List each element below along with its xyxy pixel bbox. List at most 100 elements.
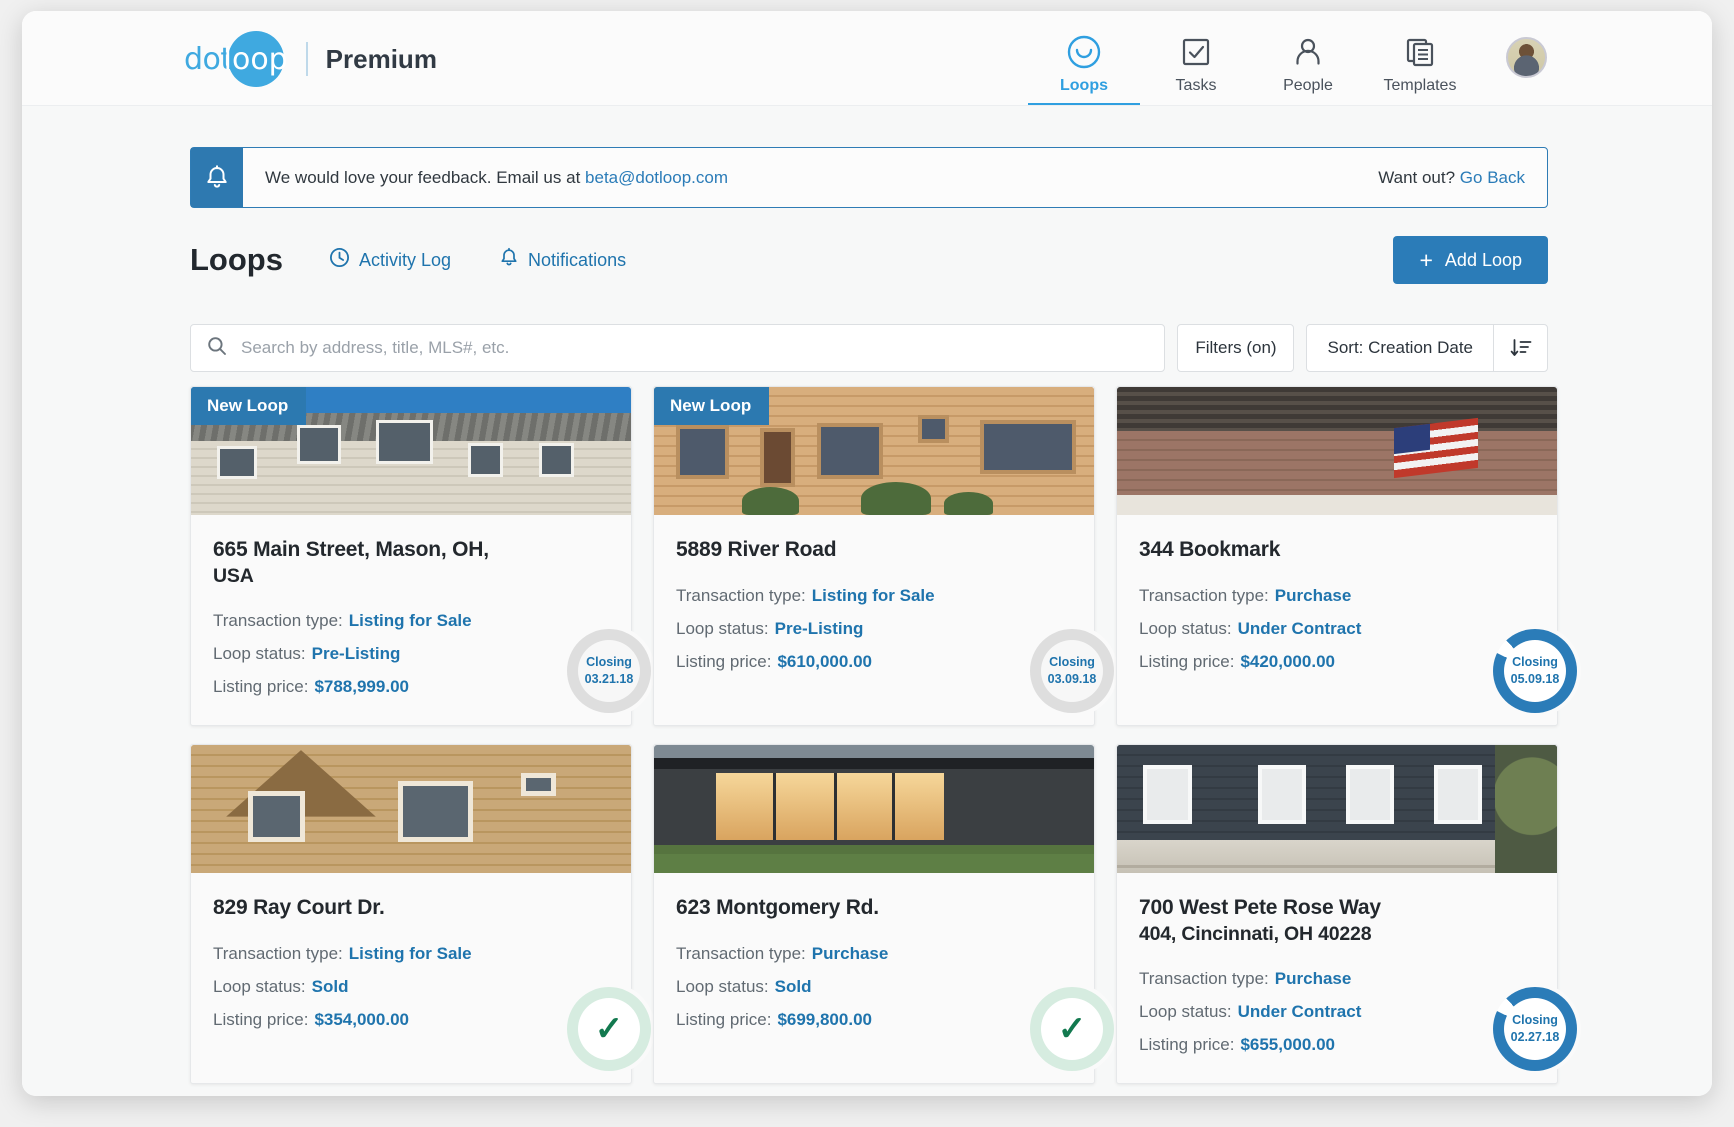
card-address: 665 Main Street, Mason, OH, USA	[213, 537, 609, 589]
property-photo	[1117, 387, 1557, 515]
transaction-type-row: Transaction type: Purchase	[676, 944, 1072, 964]
sold-ring-green: ✓	[567, 987, 651, 1071]
nav-item-tasks[interactable]: Tasks	[1140, 33, 1252, 103]
nav-item-templates[interactable]: Templates	[1364, 33, 1476, 103]
loop-status-label: Loop status:	[213, 644, 306, 663]
plus-icon: +	[1419, 249, 1432, 272]
address-line-1: 665 Main Street, Mason, OH,	[213, 537, 609, 564]
transaction-type-label: Transaction type:	[676, 944, 806, 963]
brand-logo[interactable]: dot loop Premium	[184, 36, 437, 82]
brand-tier-label: Premium	[326, 44, 437, 75]
transaction-type-value: Purchase	[812, 944, 889, 963]
banner-optout-wrap: Want out? Go Back	[1378, 168, 1525, 188]
search-input[interactable]	[239, 337, 1148, 359]
closing-label: Closing	[1512, 654, 1558, 671]
transaction-type-value: Purchase	[1275, 586, 1352, 605]
card-meta: Transaction type:Listing for Sale Loop s…	[213, 944, 609, 1030]
brand-loop-circle: loop	[228, 31, 284, 87]
closing-label: Closing	[586, 654, 632, 671]
sort-group: Sort: Creation Date	[1306, 324, 1548, 372]
card-body: 665 Main Street, Mason, OH, USA Transact…	[191, 515, 631, 727]
status-badge: ✓	[563, 983, 655, 1075]
search-box[interactable]	[190, 324, 1165, 372]
checkbox-icon	[1140, 33, 1252, 71]
status-badge: Closing 03.09.18	[1026, 625, 1118, 717]
closing-ring-text: Closing 05.09.18	[1504, 640, 1566, 702]
loop-status-row: Loop status:Pre-Listing	[676, 619, 1072, 639]
sold-ring-green: ✓	[1030, 987, 1114, 1071]
banner-email-link[interactable]: beta@dotloop.com	[585, 168, 728, 187]
address-line-2: 404, Cincinnati, OH 40228	[1139, 922, 1535, 947]
loop-status-value: Sold	[775, 977, 812, 996]
transaction-type-value: Listing for Sale	[349, 944, 472, 963]
check-icon: ✓	[595, 1012, 624, 1046]
loop-card[interactable]: 829 Ray Court Dr. Transaction type:Listi…	[190, 744, 632, 1084]
listing-price-label: Listing price:	[1139, 1035, 1234, 1054]
listing-price-value: $699,800.00	[777, 1010, 872, 1029]
loop-status-label: Loop status:	[213, 977, 306, 996]
filters-button[interactable]: Filters (on)	[1177, 324, 1294, 372]
listing-price-value: $420,000.00	[1240, 652, 1335, 671]
property-photo	[191, 745, 631, 873]
add-loop-button[interactable]: + Add Loop	[1393, 236, 1548, 284]
listing-price-row: Listing price: $420,000.00	[1139, 652, 1535, 672]
avatar[interactable]	[1506, 37, 1547, 78]
listing-price-label: Listing price:	[213, 677, 308, 696]
loop-status-row: Loop status:Sold	[213, 977, 609, 997]
loop-card[interactable]: New Loop 5889 River Road Transaction typ…	[653, 386, 1095, 726]
banner-message-wrap: We would love your feedback. Email us at…	[265, 168, 728, 188]
card-address: 344 Bookmark	[1139, 537, 1535, 564]
listing-price-row: Listing price:$655,000.00	[1139, 1035, 1535, 1055]
loop-card[interactable]: 344 Bookmark Transaction type:Purchase L…	[1116, 386, 1558, 726]
loop-status-value: Under Contract	[1238, 1002, 1362, 1021]
nav-item-people[interactable]: People	[1252, 33, 1364, 103]
transaction-type-row: Transaction type:Listing for Sale	[676, 586, 1072, 606]
sort-descending-icon[interactable]	[1493, 325, 1547, 371]
transaction-type-row: Transaction type:Purchase	[1139, 969, 1535, 989]
nav-item-loops[interactable]: Loops	[1028, 33, 1140, 106]
address-line-2: USA	[213, 564, 609, 589]
loop-status-row: Loop status: Sold	[676, 977, 1072, 997]
closing-ring-text: Closing 03.09.18	[1041, 640, 1103, 702]
banner-wantout-text: Want out?	[1378, 168, 1455, 187]
nav-label-people: People	[1252, 77, 1364, 95]
nav-label-templates: Templates	[1364, 77, 1476, 95]
transaction-type-label: Transaction type:	[1139, 969, 1269, 988]
house-image	[1117, 387, 1557, 515]
clock-icon	[329, 247, 350, 273]
loop-card[interactable]: 623 Montgomery Rd. Transaction type: Purc…	[653, 744, 1095, 1084]
transaction-type-label: Transaction type:	[213, 611, 343, 630]
sold-check-wrap: ✓	[1041, 998, 1103, 1060]
loop-card[interactable]: 700 West Pete Rose Way 404, Cincinnati, …	[1116, 744, 1558, 1084]
card-address: 623 Montgomery Rd.	[676, 895, 1072, 922]
activity-log-link[interactable]: Activity Log	[329, 247, 451, 273]
go-back-link[interactable]: Go Back	[1460, 168, 1525, 187]
loop-card[interactable]: New Loop 665 Main Street, Mason, OH, USA…	[190, 386, 632, 726]
nav-label-tasks: Tasks	[1140, 77, 1252, 95]
property-photo	[1117, 745, 1557, 873]
banner-message: We would love your feedback. Email us at	[265, 168, 580, 187]
loop-status-value: Under Contract	[1238, 619, 1362, 638]
brand-divider	[306, 42, 308, 76]
listing-price-label: Listing price:	[1139, 652, 1234, 671]
sort-button[interactable]: Sort: Creation Date	[1307, 325, 1493, 371]
page-title: Loops	[190, 242, 283, 278]
transaction-type-row: Transaction type:Listing for Sale	[213, 944, 609, 964]
status-badge: Closing 03.21.18	[563, 625, 655, 717]
house-image	[1117, 745, 1557, 873]
add-loop-label: Add Loop	[1445, 250, 1522, 271]
notifications-link[interactable]: Notifications	[499, 247, 626, 274]
closing-ring-blue: Closing 05.09.18	[1493, 629, 1577, 713]
closing-ring-text: Closing 02.27.18	[1504, 998, 1566, 1060]
main-nav: Loops Tasks People	[1028, 33, 1547, 106]
new-loop-badge: New Loop	[654, 387, 769, 425]
transaction-type-label: Transaction type:	[676, 586, 806, 605]
listing-price-label: Listing price:	[676, 1010, 771, 1029]
card-address: 700 West Pete Rose Way 404, Cincinnati, …	[1139, 895, 1535, 947]
status-badge: Closing 02.27.18	[1489, 983, 1581, 1075]
card-body: 623 Montgomery Rd. Transaction type: Purc…	[654, 873, 1094, 1085]
closing-ring-grey: Closing 03.21.18	[567, 629, 651, 713]
loop-status-label: Loop status:	[676, 977, 769, 996]
closing-label: Closing	[1512, 1012, 1558, 1029]
closing-date: 03.21.18	[585, 671, 634, 688]
